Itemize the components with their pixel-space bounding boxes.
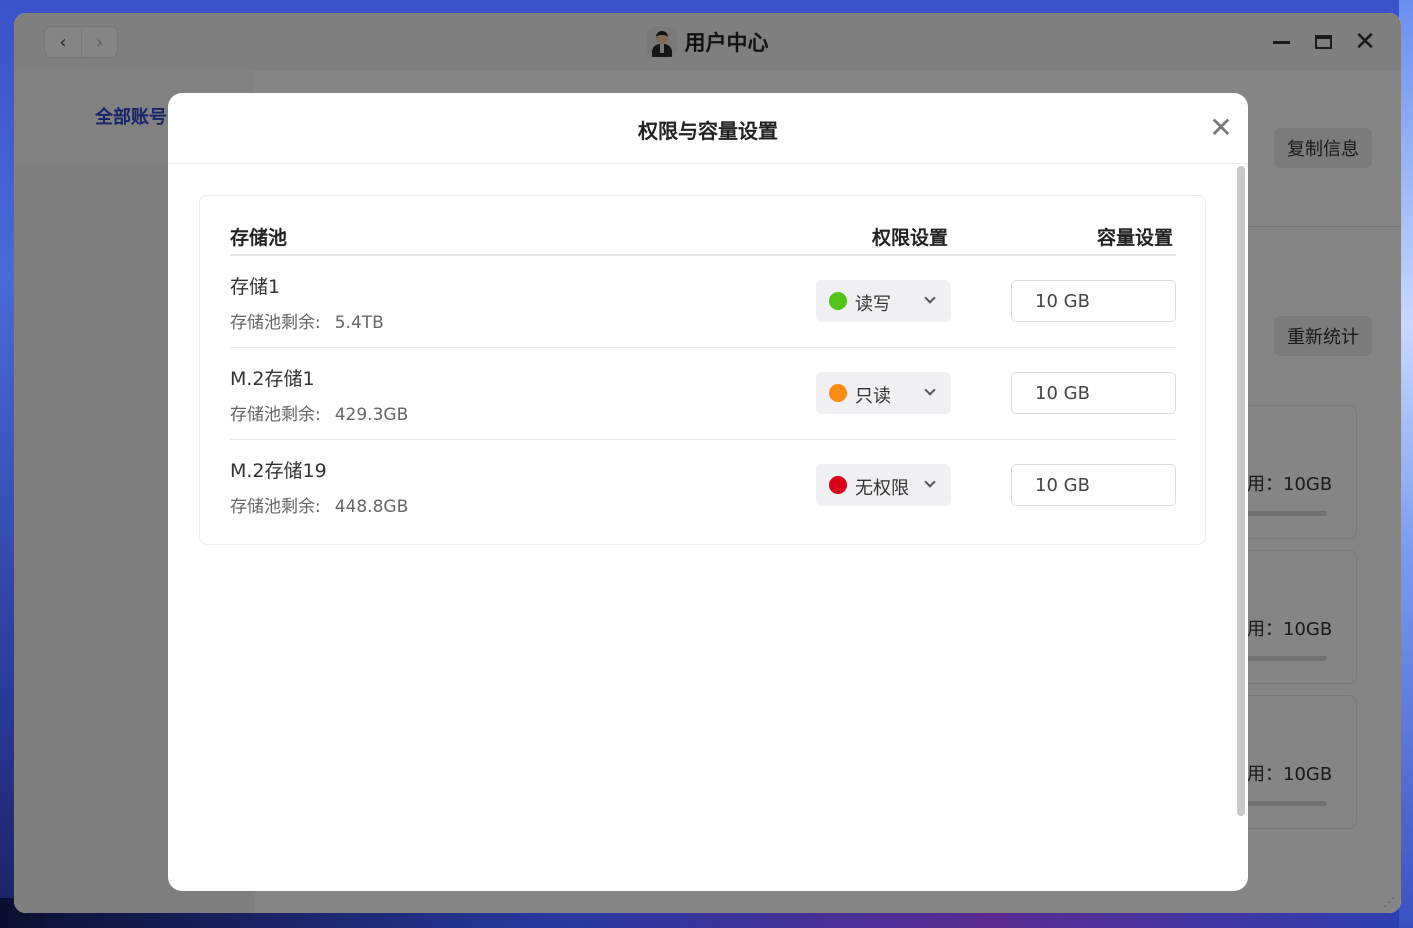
permission-select[interactable]: 只读 (816, 372, 951, 414)
table-row: M.2存储1 存储池剩余: 429.3GB 只读 (230, 347, 1176, 438)
table-row: 存储1 存储池剩余: 5.4TB 读写 (230, 256, 1176, 347)
pool-name: 存储1 (230, 276, 281, 298)
pool-name: M.2存储19 (230, 460, 327, 482)
capacity-input[interactable] (1011, 280, 1176, 322)
permission-value: 读写 (855, 294, 891, 315)
dialog-scrollbar[interactable] (1237, 166, 1245, 816)
dialog-title: 权限与容量设置 (638, 119, 778, 143)
pool-remaining: 存储池剩余: 5.4TB (230, 308, 384, 333)
column-header-capacity: 容量设置 (1097, 227, 1174, 249)
status-dot-icon (829, 384, 847, 402)
pool-remaining: 存储池剩余: 429.3GB (230, 400, 408, 425)
status-dot-icon (829, 476, 847, 494)
permission-capacity-dialog: 权限与容量设置 ✕ 存储池 权限设置 容量设置 存储1 存储池剩余: 5.4TB … (168, 93, 1248, 891)
column-header-permission: 权限设置 (872, 227, 949, 249)
permission-select[interactable]: 无权限 (816, 464, 951, 506)
desktop-background-edge (1399, 0, 1413, 928)
pool-remaining-value: 448.8GB (334, 497, 409, 517)
chevron-down-icon (924, 384, 936, 396)
capacity-input[interactable] (1011, 372, 1176, 414)
pool-remaining: 存储池剩余: 448.8GB (230, 492, 408, 517)
pool-name: M.2存储1 (230, 368, 315, 390)
dialog-header: 权限与容量设置 ✕ (168, 93, 1248, 164)
dialog-close-button[interactable]: ✕ (1208, 113, 1234, 143)
pool-remaining-value: 5.4TB (334, 313, 384, 333)
permission-select[interactable]: 读写 (816, 280, 951, 322)
pool-remaining-label: 存储池剩余: (230, 405, 321, 425)
permission-value: 只读 (855, 386, 891, 407)
pool-remaining-label: 存储池剩余: (230, 313, 321, 333)
status-dot-icon (829, 292, 847, 310)
capacity-input[interactable] (1011, 464, 1176, 506)
pool-remaining-value: 429.3GB (334, 405, 409, 425)
chevron-down-icon (924, 292, 936, 304)
table-row: M.2存储19 存储池剩余: 448.8GB 无权限 (230, 439, 1176, 530)
pool-remaining-label: 存储池剩余: (230, 497, 321, 517)
chevron-down-icon (924, 476, 936, 488)
permission-value: 无权限 (855, 478, 909, 499)
column-header-pool: 存储池 (230, 227, 288, 249)
close-icon: ✕ (1209, 111, 1233, 144)
storage-pool-table: 存储池 权限设置 容量设置 存储1 存储池剩余: 5.4TB 读写 M.2存储1 … (199, 195, 1206, 545)
